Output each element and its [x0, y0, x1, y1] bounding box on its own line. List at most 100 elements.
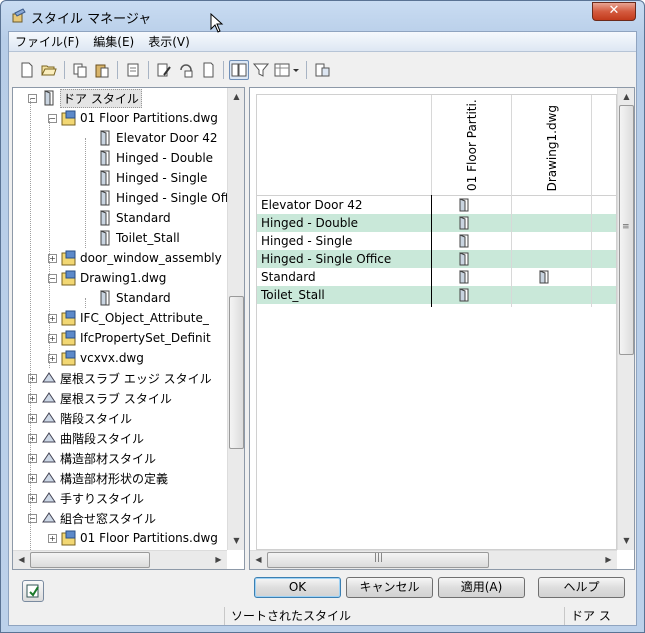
set-from-icon[interactable] — [176, 60, 196, 80]
tree-category-node[interactable]: + 構造部材形状の定義 — [28, 468, 168, 488]
help-button[interactable]: ヘルプ — [538, 577, 625, 598]
grid-row-label: Hinged - Double — [261, 216, 359, 230]
apply-button[interactable]: 適用(A) — [438, 577, 525, 598]
menu-view[interactable]: 表示(V) — [148, 33, 190, 50]
tree-category-node[interactable]: − ドア スタイル — [28, 88, 142, 108]
tree-style-node[interactable]: Standard — [97, 208, 171, 228]
status-empty-cell — [9, 607, 224, 625]
tree-drawing-node[interactable]: − Drawing1.dwg — [48, 268, 166, 288]
grid-row[interactable]: Toilet_Stall — [257, 286, 616, 304]
grid-row[interactable]: Hinged - Single Office — [257, 250, 616, 268]
toolbar-separator — [117, 61, 118, 79]
column-header[interactable]: 01 Floor Partiti... — [431, 95, 511, 195]
drawing-settings-button[interactable] — [22, 580, 44, 602]
title-bar[interactable]: スタイル マネージャ ✕ — [1, 1, 644, 31]
tree-drawing-node[interactable]: + door_window_assembly — [48, 248, 222, 268]
view-options-icon[interactable] — [251, 60, 271, 80]
scroll-thumb[interactable] — [229, 296, 244, 449]
toolbar-separator — [306, 61, 307, 79]
tree-style-node[interactable]: Toilet_Stall — [97, 228, 180, 248]
tree-drawing-node[interactable]: + IfcPropertySet_Definit — [48, 328, 211, 348]
grid-row[interactable]: Hinged - Single — [257, 232, 616, 250]
scroll-up-arrow-icon[interactable]: ▲ — [228, 88, 245, 105]
column-header[interactable]: Drawing1.dwg — [511, 95, 591, 195]
door-style-icon — [459, 198, 469, 212]
grid-horizontal-scrollbar[interactable]: ◀ ||| ▶ — [250, 550, 617, 569]
tree-style-node[interactable]: Hinged - Single Office — [97, 188, 227, 208]
tools-icon[interactable] — [312, 60, 332, 80]
door-style-icon — [100, 170, 110, 186]
toggle-view-icon[interactable] — [198, 60, 218, 80]
door-style-icon — [459, 234, 469, 248]
tree-style-node[interactable]: Elevator Door 42 — [97, 128, 218, 148]
tree-drawing-node[interactable]: +01 Floor Partitions.dwg — [48, 528, 218, 548]
tree-category-node[interactable]: + 屋根スラブ エッジ スタイル — [28, 368, 212, 388]
tree-category-node[interactable]: − 組合せ窓スタイル — [28, 508, 156, 528]
tree-node-label: 構造部材スタイル — [60, 451, 157, 466]
scroll-right-arrow-icon[interactable]: ▶ — [600, 551, 617, 568]
open-icon[interactable] — [39, 60, 59, 80]
tree-horizontal-scrollbar[interactable]: ◀ ▶ — [13, 550, 227, 569]
tree-drawing-node[interactable]: −01 Floor Partitions.dwg — [48, 108, 218, 128]
tree-style-node[interactable]: Hinged - Double — [97, 148, 213, 168]
style-manager-window: スタイル マネージャ ✕ ファイル(F) 編集(E) 表示(V) − ドア スタ… — [0, 0, 645, 633]
scroll-left-arrow-icon[interactable]: ◀ — [13, 551, 30, 568]
grid-row-label: Elevator Door 42 — [261, 198, 363, 212]
grid-row-label: Hinged - Single — [261, 234, 353, 248]
paste-icon[interactable] — [92, 60, 112, 80]
close-button[interactable]: ✕ — [592, 2, 636, 21]
style-manager-app-icon — [12, 8, 26, 23]
status-style-type: ドア ス — [564, 607, 636, 625]
grid-row-label: Hinged - Single Office — [261, 252, 392, 266]
door-style-icon — [100, 150, 110, 166]
tree-guide-line — [85, 298, 86, 308]
scroll-down-arrow-icon[interactable]: ▼ — [228, 532, 245, 549]
grid-column-line — [591, 195, 592, 307]
tree-style-node[interactable]: Hinged - Single — [97, 168, 207, 188]
grid-divider — [431, 195, 432, 307]
new-icon[interactable] — [17, 60, 37, 80]
door-style-icon — [459, 270, 469, 284]
tree-category-node[interactable]: + 構造部材スタイル — [28, 448, 156, 468]
door-style-icon — [100, 230, 110, 246]
tree-node-label: 01 Floor Partitions.dwg — [80, 111, 218, 125]
tree-drawing-node[interactable]: + vcxvx.dwg — [48, 348, 144, 368]
usage-grid-panel[interactable]: 01 Floor Partiti... Drawing1.dwg Elevato… — [249, 87, 635, 570]
ok-button[interactable]: OK — [254, 577, 341, 598]
scroll-down-arrow-icon[interactable]: ▼ — [618, 532, 635, 549]
scroll-grip-icon: ≡ — [622, 222, 630, 232]
tree-category-node[interactable]: + 階段スタイル — [28, 408, 132, 428]
copy-icon[interactable] — [70, 60, 90, 80]
tree-node-label: Standard — [116, 211, 171, 225]
grid-row[interactable]: Standard — [257, 268, 616, 286]
filter-icon[interactable] — [229, 60, 249, 80]
expand-icon[interactable]: + — [48, 533, 57, 543]
tree-node-label: vcxvx.dwg — [80, 351, 144, 365]
tree-node-label: Standard — [116, 291, 171, 305]
purge-icon[interactable] — [123, 60, 143, 80]
menu-edit[interactable]: 編集(E) — [93, 33, 134, 50]
railing-icon — [42, 492, 56, 503]
scroll-thumb[interactable] — [30, 552, 150, 568]
menu-file[interactable]: ファイル(F) — [15, 33, 79, 50]
tree-guide-line — [30, 98, 31, 550]
tree-category-node[interactable]: + 曲階段スタイル — [28, 428, 144, 448]
scroll-right-arrow-icon[interactable]: ▶ — [210, 551, 227, 568]
door-icon — [44, 90, 54, 106]
edit-icon[interactable] — [154, 60, 174, 80]
tree-vertical-scrollbar[interactable]: ▲ ▼ — [227, 88, 244, 550]
sort-icon[interactable] — [273, 60, 301, 80]
grid-row[interactable]: Elevator Door 42 — [257, 196, 616, 214]
scroll-up-arrow-icon[interactable]: ▲ — [618, 88, 635, 105]
door-style-icon — [100, 190, 110, 206]
tree-category-node[interactable]: + 手すりスタイル — [28, 488, 144, 508]
scroll-left-arrow-icon[interactable]: ◀ — [250, 551, 267, 568]
tree-style-node[interactable]: Standard — [97, 288, 171, 308]
cancel-button[interactable]: キャンセル — [346, 577, 433, 598]
column-header[interactable] — [591, 95, 616, 195]
grid-row[interactable]: Hinged - Double — [257, 214, 616, 232]
style-tree-panel[interactable]: − ドア スタイル −01 Floor Partitions.dwg Elevator… — [12, 87, 245, 570]
tree-drawing-node[interactable]: + IFC_Object_Attribute_ — [48, 308, 209, 328]
grid-vertical-scrollbar[interactable]: ▲ ≡ ▼ — [617, 88, 634, 550]
tree-category-node[interactable]: + 屋根スラブ スタイル — [28, 388, 172, 408]
